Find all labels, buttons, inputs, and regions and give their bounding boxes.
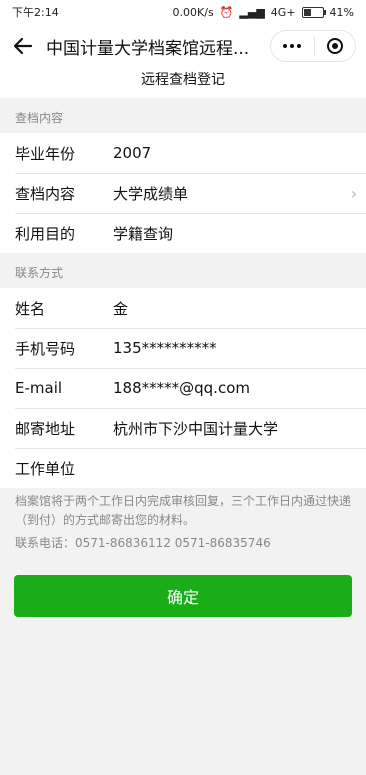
row-label: 毕业年份 [15,144,76,163]
network-speed: 0.00K/s [172,5,214,19]
row-label: E-mail [15,379,63,397]
miniprogram-capsule [270,30,356,62]
battery-fill [303,8,311,16]
row-label: 查档内容 [15,184,76,203]
name-row[interactable]: 姓名 金 [0,288,366,328]
contact-group: 姓名 金 手机号码 135********** E-mail 188*****@… [0,288,366,488]
page-title: 中国计量大学档案馆远程... [46,38,250,59]
row-label: 姓名 [15,299,46,318]
graduation-year-row[interactable]: 毕业年份 2007 [0,133,366,173]
row-label: 邮寄地址 [15,419,76,438]
name-field[interactable]: 金 [113,298,366,319]
query-content-value[interactable]: 大学成绩单 [113,183,342,204]
email-field[interactable]: 188*****@qq.com [113,379,366,397]
section-header-contact: 联系方式 [0,253,366,288]
status-time: 下午2:14 [12,6,59,19]
email-row[interactable]: E-mail 188*****@qq.com [0,368,366,408]
row-label: 手机号码 [15,339,76,358]
status-indicators: 0.00K/s ⏰ ▂▄▆ 4G+ 41% [173,6,354,19]
address-row[interactable]: 邮寄地址 杭州市下沙中国计量大学 [0,408,366,448]
section-header-query: 查档内容 [0,98,366,133]
capsule-divider [313,37,315,55]
back-arrow-icon[interactable] [10,33,36,59]
chevron-right-icon[interactable]: › [342,184,366,203]
signal-icon: ▂▄▆ [239,5,265,19]
contact-phone: 联系电话：0571-86836112 0571-86835746 [15,536,271,550]
graduation-year-value[interactable]: 2007 [113,144,366,162]
status-bar: 下午2:14 0.00K/s ⏰ ▂▄▆ 4G+ 41% [0,0,366,24]
close-miniprogram-icon[interactable] [327,38,343,54]
network-type: 4G+ [270,5,296,19]
battery-icon [301,6,326,18]
notice: 档案馆将于两个工作日内完成审核回复，三个工作日内通过快递（到付）的方式邮寄出您的… [0,488,366,553]
row-label: 工作单位 [15,459,76,478]
nav-bar: 中国计量大学档案馆远程... [0,24,366,68]
alarm-icon: ⏰ [219,5,234,19]
form-subtitle: 远程查档登记 [141,72,225,88]
workplace-row[interactable]: 工作单位 [0,448,366,488]
query-group: 毕业年份 2007 查档内容 大学成绩单 › 利用目的 学籍查询 [0,133,366,253]
more-icon[interactable] [283,44,301,48]
button-area: 确定 [0,553,366,775]
phone-field[interactable]: 135********** [113,339,366,357]
purpose-row[interactable]: 利用目的 学籍查询 [0,213,366,253]
query-content-row[interactable]: 查档内容 大学成绩单 › [0,173,366,213]
confirm-button[interactable]: 确定 [14,575,352,617]
battery-percent: 41% [329,5,354,19]
purpose-value[interactable]: 学籍查询 [113,223,366,244]
notice-text: 档案馆将于两个工作日内完成审核回复，三个工作日内通过快递（到付）的方式邮寄出您的… [15,494,352,527]
phone-row[interactable]: 手机号码 135********** [0,328,366,368]
row-label: 利用目的 [15,224,76,243]
address-field[interactable]: 杭州市下沙中国计量大学 [113,418,366,439]
